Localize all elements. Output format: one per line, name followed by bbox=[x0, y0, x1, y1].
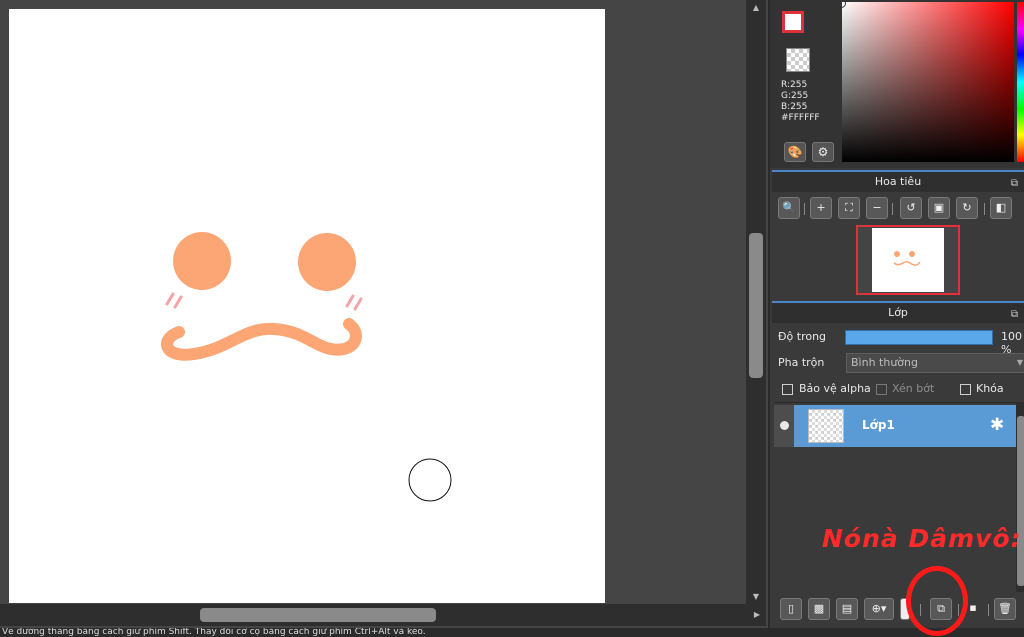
app-window: ▲ ▼ ▶ R:255 G:255 B:255 #FFFFFF 🎨 ⚙ Hoa … bbox=[0, 0, 1024, 637]
left-eye bbox=[173, 232, 231, 290]
scroll-down-icon[interactable]: ▼ bbox=[751, 592, 761, 602]
mouth-stroke bbox=[161, 318, 362, 361]
blend-mode-select[interactable]: Bình thường ▼ bbox=[846, 353, 1024, 373]
popout-icon[interactable]: ⧉ bbox=[1011, 305, 1018, 324]
opacity-row: Độ trong 100 % bbox=[778, 329, 1024, 356]
layer-name: Lớp1 bbox=[862, 418, 895, 432]
add-layer-dropdown-icon[interactable]: ⊕▾ bbox=[864, 598, 894, 620]
palette-icon[interactable]: 🎨 bbox=[784, 142, 806, 162]
hue-slider[interactable] bbox=[1017, 2, 1024, 162]
layer-toolbar: ▯ ▩ ▤ ⊕▾ ⧉ ▪ 🗑 bbox=[772, 594, 1024, 624]
merge-down-icon[interactable]: ▪ bbox=[966, 598, 980, 620]
left-blush bbox=[165, 292, 183, 309]
protect-alpha-label: Bảo vệ alpha bbox=[799, 382, 871, 395]
navigator-preview[interactable] bbox=[774, 224, 1022, 296]
opacity-label: Độ trong bbox=[778, 330, 827, 343]
clipping-label: Xén bớt bbox=[892, 382, 935, 395]
blend-label: Pha trộn bbox=[778, 356, 825, 369]
new-1bit-layer-icon[interactable]: ▤ bbox=[836, 598, 858, 620]
foreground-color-swatch[interactable] bbox=[782, 11, 804, 33]
zoom-actual-icon[interactable]: 🔍 bbox=[778, 197, 800, 219]
delete-layer-icon[interactable]: 🗑 bbox=[994, 598, 1016, 620]
navigator-toolbar: 🔍 + ⛶ − ↺ ▣ ↻ ◧ bbox=[772, 193, 1024, 223]
blend-mode-value: Bình thường bbox=[851, 356, 918, 369]
scroll-right-icon[interactable]: ▶ bbox=[752, 610, 762, 620]
layer-thumbnail bbox=[808, 409, 844, 443]
reset-rotation-icon[interactable]: ▣ bbox=[928, 197, 950, 219]
rotate-left-icon[interactable]: ↺ bbox=[900, 197, 922, 219]
protect-alpha-checkbox[interactable] bbox=[782, 384, 793, 395]
zoom-in-icon[interactable]: + bbox=[810, 197, 832, 219]
layer-panel-title: Lớp bbox=[888, 306, 908, 319]
saturation-value-picker[interactable] bbox=[837, 0, 1014, 162]
layer-scroll-thumb[interactable] bbox=[1017, 416, 1024, 586]
color-values: R:255 G:255 B:255 #FFFFFF bbox=[781, 80, 820, 124]
drawing-canvas[interactable] bbox=[9, 9, 605, 603]
annotation-circle bbox=[906, 566, 968, 636]
canvas-artwork bbox=[161, 232, 452, 502]
red-value: R:255 bbox=[781, 80, 808, 90]
navigator-header: Hoa tiêu ⧉ bbox=[772, 170, 1024, 192]
horizontal-scroll-thumb[interactable] bbox=[200, 608, 436, 622]
scroll-up-icon[interactable]: ▲ bbox=[751, 3, 761, 13]
green-value: G:255 bbox=[781, 91, 809, 101]
annotation-text: Nónà Dâmvô: bbox=[822, 524, 1022, 553]
vertical-scroll-thumb[interactable] bbox=[749, 233, 763, 378]
blue-value: B:255 bbox=[781, 102, 808, 112]
new-layer-icon[interactable]: ▯ bbox=[780, 598, 802, 620]
popout-icon[interactable]: ⧉ bbox=[1011, 174, 1018, 193]
eye-icon[interactable] bbox=[780, 421, 789, 430]
navigator-viewport-frame[interactable] bbox=[856, 225, 960, 295]
brush-cursor bbox=[408, 458, 452, 502]
zoom-out-icon[interactable]: − bbox=[866, 197, 888, 219]
palette-settings-icon[interactable]: ⚙ bbox=[812, 142, 834, 162]
chevron-down-icon: ▼ bbox=[1016, 358, 1023, 367]
flip-horizontal-icon[interactable]: ◧ bbox=[990, 197, 1012, 219]
right-eye bbox=[298, 233, 356, 291]
clipping-checkbox[interactable] bbox=[876, 384, 887, 395]
lock-label: Khóa bbox=[976, 382, 1004, 395]
layer-options: Bảo vệ alpha Xén bớt Khóa bbox=[782, 382, 1024, 400]
navigator-title: Hoa tiêu bbox=[874, 175, 922, 188]
layer-header: Lớp ⧉ bbox=[772, 301, 1024, 323]
color-picker-cursor[interactable] bbox=[837, 0, 846, 8]
canvas-vertical-scrollbar[interactable]: ▲ ▼ bbox=[746, 0, 766, 606]
canvas-workspace[interactable]: ▲ ▼ ▶ bbox=[0, 0, 768, 628]
canvas-horizontal-scrollbar[interactable]: ▶ bbox=[0, 604, 766, 626]
layer-list-scrollbar[interactable] bbox=[1016, 402, 1024, 592]
new-halftone-layer-icon[interactable]: ▩ bbox=[808, 598, 830, 620]
opacity-slider[interactable] bbox=[845, 330, 993, 345]
layer-item[interactable]: Lớp1 ✱ bbox=[774, 405, 1016, 447]
layer-visibility-toggle[interactable] bbox=[774, 405, 794, 447]
navigator-mini-canvas bbox=[872, 228, 944, 292]
fit-screen-icon[interactable]: ⛶ bbox=[838, 197, 860, 219]
lock-checkbox[interactable] bbox=[960, 384, 971, 395]
transparent-color-swatch[interactable] bbox=[786, 48, 810, 72]
rotate-right-icon[interactable]: ↻ bbox=[956, 197, 978, 219]
layer-list[interactable]: Lớp1 ✱ bbox=[774, 402, 1016, 592]
gear-icon[interactable]: ✱ bbox=[990, 415, 1004, 435]
color-panel: R:255 G:255 B:255 #FFFFFF 🎨 ⚙ bbox=[770, 0, 1024, 168]
right-blush bbox=[345, 294, 363, 311]
hex-value: #FFFFFF bbox=[781, 113, 820, 123]
status-bar: Vẽ đường thẳng bằng cách giữ phím Shift.… bbox=[0, 628, 1024, 637]
